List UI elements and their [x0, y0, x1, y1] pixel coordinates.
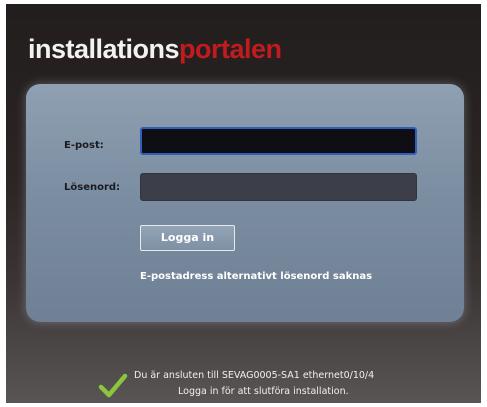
- email-field[interactable]: [140, 127, 417, 155]
- logo: installationsportalen: [28, 34, 282, 65]
- logo-part-installations: installations: [28, 34, 180, 64]
- password-field[interactable]: [140, 173, 417, 201]
- login-panel: E-post: Lösenord: Logga in E-postadress …: [26, 84, 464, 322]
- screen: installationsportalen E-post: Lösenord: …: [6, 4, 481, 403]
- password-label: Lösenord:: [64, 182, 121, 193]
- status-connected-text: Du är ansluten till SEVAG0005-SA1 ethern…: [134, 370, 375, 381]
- checkmark-icon: [98, 373, 128, 398]
- logo-part-portalen: portalen: [179, 34, 282, 64]
- connection-status: Du är ansluten till SEVAG0005-SA1 ethern…: [98, 368, 478, 402]
- login-button[interactable]: Logga in: [140, 225, 235, 251]
- email-label: E-post:: [64, 140, 104, 151]
- forgot-credentials-link[interactable]: E-postadress alternativt lösenord saknas: [140, 271, 372, 282]
- status-login-hint: Logga in för att slutföra installation.: [178, 386, 349, 397]
